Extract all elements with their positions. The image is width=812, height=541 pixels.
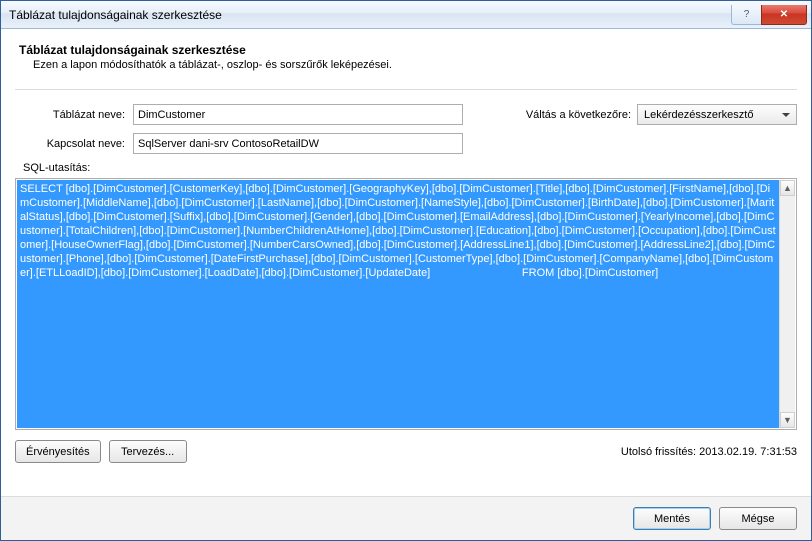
dialog-footer: Mentés Mégse	[1, 496, 811, 540]
divider	[15, 89, 797, 90]
section-header: Táblázat tulajdonságainak szerkesztése E…	[15, 41, 797, 73]
sql-statement-label: SQL-utasítás:	[23, 162, 797, 174]
close-button[interactable]: ✕	[761, 5, 807, 25]
design-button[interactable]: Tervezés...	[109, 440, 187, 463]
table-name-input[interactable]	[133, 104, 463, 125]
titlebar: Táblázat tulajdonságainak szerkesztése ?…	[1, 1, 811, 29]
vertical-scrollbar[interactable]: ▲ ▼	[779, 180, 795, 428]
sql-text-selection: SELECT [dbo].[DimCustomer].[CustomerKey]…	[17, 180, 779, 428]
window-title: Táblázat tulajdonságainak szerkesztése	[9, 8, 731, 22]
form-grid: Táblázat neve: Váltás a következőre: Lek…	[23, 104, 797, 154]
scroll-up-icon[interactable]: ▲	[780, 180, 795, 196]
section-subtext: Ezen a lapon módosíthatók a táblázat-, o…	[33, 59, 793, 71]
dialog-window: Táblázat tulajdonságainak szerkesztése ?…	[0, 0, 812, 541]
switch-to-selected: Lekérdezésszerkesztő	[644, 109, 753, 121]
scroll-down-icon[interactable]: ▼	[780, 412, 795, 428]
sql-textarea[interactable]: SELECT [dbo].[DimCustomer].[CustomerKey]…	[15, 178, 797, 430]
help-button[interactable]: ?	[731, 5, 761, 25]
titlebar-buttons: ? ✕	[731, 5, 807, 25]
validate-button[interactable]: Érvényesítés	[15, 440, 101, 463]
lower-row: Érvényesítés Tervezés... Utolsó frissíté…	[15, 440, 797, 463]
last-refresh-status: Utolsó frissítés: 2013.02.19. 7:31:53	[621, 446, 797, 458]
cancel-button[interactable]: Mégse	[719, 507, 797, 530]
section-heading: Táblázat tulajdonságainak szerkesztése	[19, 43, 793, 57]
save-button[interactable]: Mentés	[633, 507, 711, 530]
table-name-label: Táblázat neve:	[23, 109, 133, 121]
dialog-content: Táblázat tulajdonságainak szerkesztése E…	[1, 29, 811, 496]
connection-name-label: Kapcsolat neve:	[23, 138, 133, 150]
switch-to-label: Váltás a következőre:	[526, 109, 631, 121]
scroll-track[interactable]	[780, 196, 795, 412]
connection-name-input[interactable]	[133, 133, 463, 154]
switch-to-combo[interactable]: Lekérdezésszerkesztő	[637, 104, 797, 125]
close-icon: ✕	[780, 9, 788, 20]
help-icon: ?	[744, 9, 750, 20]
